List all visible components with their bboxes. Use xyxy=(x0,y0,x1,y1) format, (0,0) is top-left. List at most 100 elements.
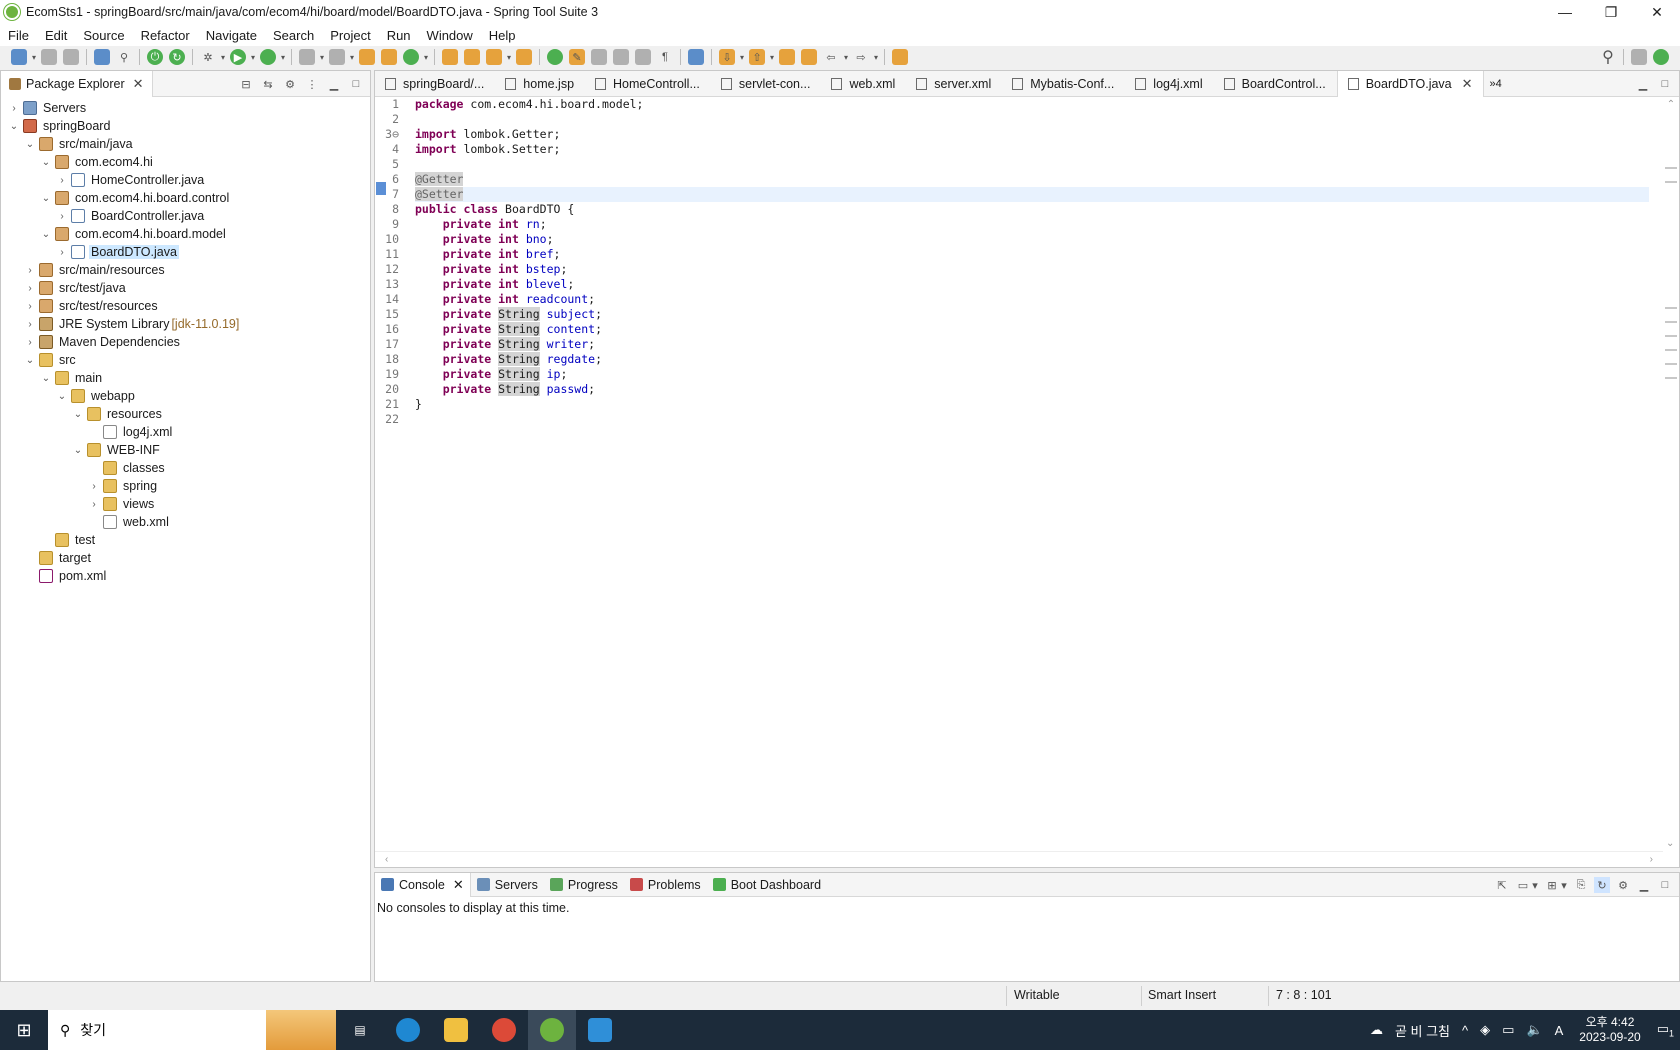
vertical-scrollbar[interactable]: ⌃ ⌄ xyxy=(1663,97,1679,851)
new-icon[interactable] xyxy=(11,49,27,65)
previous-annotation-icon[interactable]: ⇧ xyxy=(749,49,765,65)
chevron-down-icon[interactable]: ▾ xyxy=(738,49,746,65)
chevron-right-icon[interactable]: › xyxy=(55,175,69,186)
next-annotation-icon[interactable]: ⇩ xyxy=(719,49,735,65)
menu-refactor[interactable]: Refactor xyxy=(133,28,198,43)
close-icon[interactable]: ✕ xyxy=(133,76,144,92)
code-lines[interactable]: package com.ecom4.hi.board.model; import … xyxy=(415,97,1649,851)
new-package-icon[interactable] xyxy=(359,49,375,65)
chevron-down-icon[interactable]: ▾ xyxy=(1560,877,1568,893)
web-browser-icon[interactable] xyxy=(688,49,704,65)
collapse-all-icon[interactable]: ⊟ xyxy=(238,76,254,92)
chevron-down-icon[interactable]: ▾ xyxy=(219,49,227,65)
editor-tab[interactable]: springBoard/... xyxy=(375,71,495,97)
tree-item[interactable]: pom.xml xyxy=(1,567,370,585)
highlight-icon[interactable]: ✎ xyxy=(569,49,585,65)
chevron-down-icon[interactable]: ⌄ xyxy=(23,139,37,150)
menu-navigate[interactable]: Navigate xyxy=(198,28,265,43)
code-line[interactable]: private String content; xyxy=(415,322,1649,337)
console-tab-servers[interactable]: Servers xyxy=(471,873,544,897)
close-button[interactable]: ✕ xyxy=(1634,0,1680,24)
code-line[interactable]: @Getter xyxy=(415,172,1649,187)
menu-project[interactable]: Project xyxy=(322,28,378,43)
menu-window[interactable]: Window xyxy=(419,28,481,43)
network-icon[interactable]: ▭ xyxy=(1502,1022,1514,1038)
menu-search[interactable]: Search xyxy=(265,28,322,43)
save-icon[interactable] xyxy=(41,49,57,65)
tree-item[interactable]: ⌄ com.ecom4.hi.board.model xyxy=(1,225,370,243)
tree-item[interactable]: classes xyxy=(1,459,370,477)
tree-item[interactable]: › src/main/resources xyxy=(1,261,370,279)
maximize-icon[interactable]: □ xyxy=(1657,76,1673,92)
spring-perspective-icon[interactable] xyxy=(1653,49,1669,65)
code-line[interactable]: package com.ecom4.hi.board.model; xyxy=(415,97,1649,112)
tree-item[interactable]: › Servers xyxy=(1,99,370,117)
chevron-down-icon[interactable]: ▾ xyxy=(348,49,356,65)
clock[interactable]: 오후 4:42 2023-09-20 xyxy=(1579,1015,1640,1045)
editor-tab[interactable]: servlet-con... xyxy=(711,71,822,97)
editor-tab[interactable]: server.xml xyxy=(906,71,1002,97)
minimize-button[interactable]: — xyxy=(1542,0,1588,24)
word-wrap-icon[interactable] xyxy=(613,49,629,65)
tree-item[interactable]: › src/test/resources xyxy=(1,297,370,315)
security-icon[interactable]: ◈ xyxy=(1480,1022,1490,1038)
weather-text[interactable]: 곧 비 그침 xyxy=(1395,1021,1450,1040)
chevron-down-icon[interactable]: ▾ xyxy=(318,49,326,65)
tree-item[interactable]: › BoardDTO.java xyxy=(1,243,370,261)
chevron-down-icon[interactable]: ▾ xyxy=(768,49,776,65)
code-line[interactable] xyxy=(415,112,1649,127)
breadcrumb-icon[interactable] xyxy=(635,49,651,65)
search-icon[interactable]: ⚲ xyxy=(1600,49,1616,66)
notification-icon[interactable]: ▭1 xyxy=(1657,1021,1674,1039)
forward-edit-icon[interactable] xyxy=(801,49,817,65)
forward-icon[interactable]: ⇨ xyxy=(853,49,869,65)
chevron-right-icon[interactable]: › xyxy=(23,337,37,348)
chevron-right-icon[interactable]: › xyxy=(23,319,37,330)
stop-icon[interactable] xyxy=(299,49,315,65)
tree-item[interactable]: › JRE System Library [jdk-11.0.19] xyxy=(1,315,370,333)
close-icon[interactable]: ✕ xyxy=(453,877,464,893)
tree-item[interactable]: › Maven Dependencies xyxy=(1,333,370,351)
whitespace-icon[interactable]: ¶ xyxy=(657,49,673,65)
tree-item[interactable]: ⌄ resources xyxy=(1,405,370,423)
link-with-editor-icon[interactable]: ⇆ xyxy=(260,76,276,92)
menu-run[interactable]: Run xyxy=(379,28,419,43)
open-type-icon[interactable] xyxy=(442,49,458,65)
run-icon[interactable]: ▶ xyxy=(230,49,246,65)
chevron-down-icon[interactable]: ⌄ xyxy=(55,391,69,402)
chevron-down-icon[interactable]: ⌄ xyxy=(71,445,85,456)
chevron-down-icon[interactable]: ▾ xyxy=(279,49,287,65)
code-line[interactable] xyxy=(415,412,1649,427)
vscode-icon[interactable] xyxy=(576,1010,624,1050)
chevron-down-icon[interactable]: ▾ xyxy=(422,49,430,65)
view-menu-icon[interactable]: ⋮ xyxy=(304,76,320,92)
chevron-right-icon[interactable]: › xyxy=(55,247,69,258)
menu-edit[interactable]: Edit xyxy=(37,28,75,43)
code-editor[interactable]: 1 2 3⊖ 4 5 6 7 8 9 10 11 12 13 14 15 16 17 18 19 20 21 22 pac… xyxy=(375,97,1679,851)
chevron-down-icon[interactable]: ⌄ xyxy=(39,229,53,240)
chevron-down-icon[interactable]: ⌄ xyxy=(39,193,53,204)
code-line[interactable] xyxy=(415,157,1649,172)
chevron-down-icon[interactable]: ▾ xyxy=(30,49,38,65)
windows-start-button[interactable]: ⊞ xyxy=(0,1010,48,1050)
console-tab-boot-dashboard[interactable]: Boot Dashboard xyxy=(707,873,827,897)
last-edit-icon[interactable] xyxy=(779,49,795,65)
tree-item[interactable]: › spring xyxy=(1,477,370,495)
code-line[interactable]: @Setter xyxy=(415,187,1649,202)
tree-item[interactable]: ⌄ webapp xyxy=(1,387,370,405)
volume-icon[interactable]: 🔈 xyxy=(1526,1022,1542,1038)
chevron-down-icon[interactable]: ⌄ xyxy=(39,157,53,168)
code-line[interactable]: public class BoardDTO { xyxy=(415,202,1649,217)
tree-item[interactable]: › HomeController.java xyxy=(1,171,370,189)
task-view-icon[interactable]: ▤ xyxy=(336,1010,384,1050)
maximize-icon[interactable]: □ xyxy=(348,76,364,92)
editor-tab[interactable]: Mybatis-Conf... xyxy=(1002,71,1125,97)
chevron-down-icon[interactable]: ▾ xyxy=(1531,877,1539,893)
chevron-down-icon[interactable]: ⌄ xyxy=(23,355,37,366)
weather-icon[interactable]: ☁ xyxy=(1370,1022,1383,1038)
code-line[interactable]: import lombok.Setter; xyxy=(415,142,1649,157)
code-line[interactable]: private String subject; xyxy=(415,307,1649,322)
chevron-right-icon[interactable]: › xyxy=(23,301,37,312)
editor-tab[interactable]: BoardDTO.java ✕ xyxy=(1336,70,1484,97)
ime-indicator[interactable]: A xyxy=(1555,1023,1564,1038)
